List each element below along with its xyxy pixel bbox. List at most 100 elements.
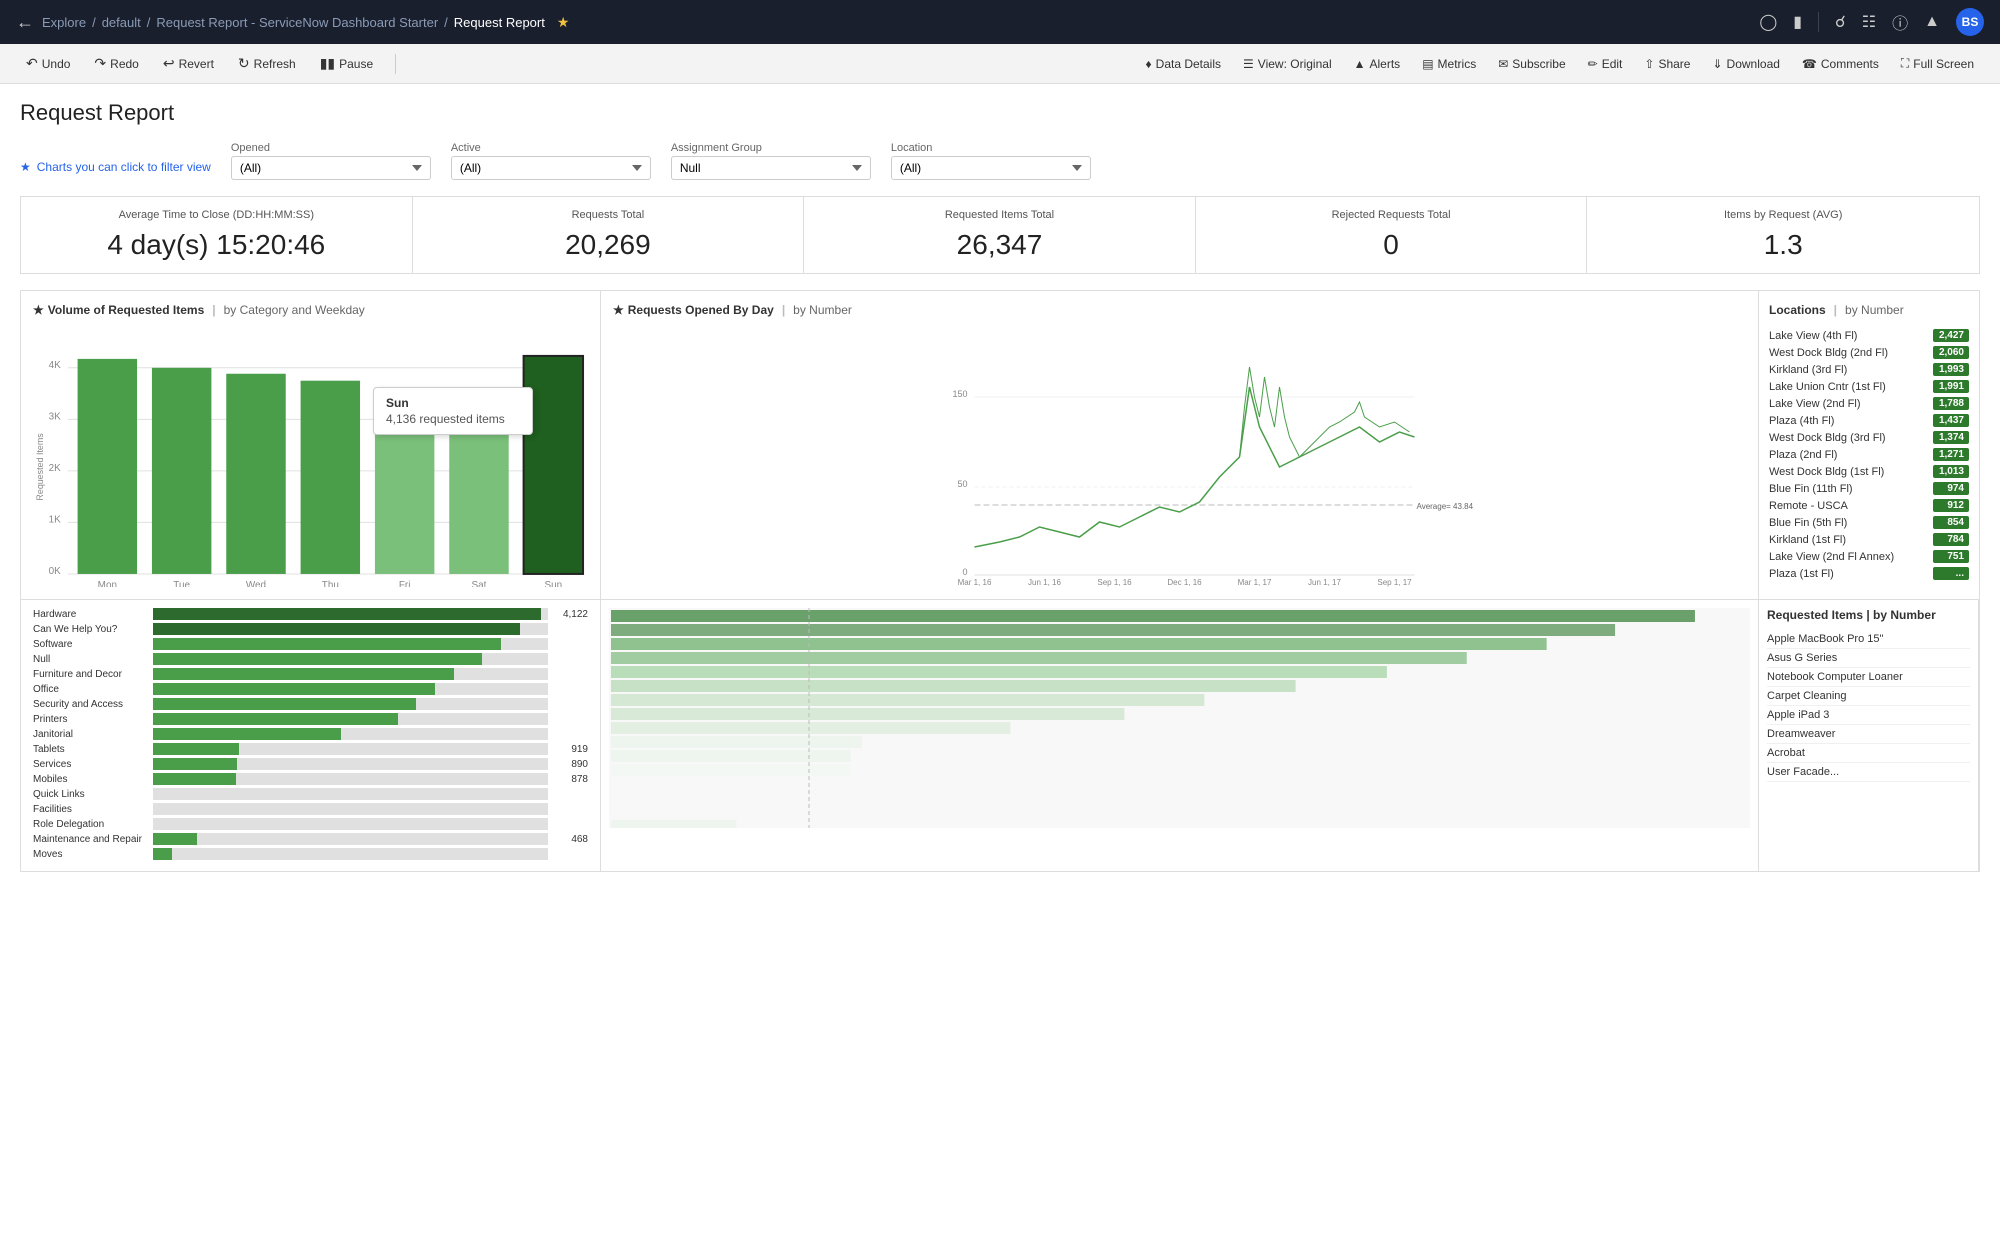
filter-opened-select[interactable]: (All) bbox=[231, 156, 431, 180]
bar-chart-star: ★ bbox=[33, 303, 44, 317]
favorite-star[interactable]: ★ bbox=[557, 14, 570, 31]
undo-button[interactable]: ↶ Undo bbox=[16, 51, 80, 76]
svg-text:4K: 4K bbox=[49, 360, 62, 371]
filter-active-select[interactable]: (All) bbox=[451, 156, 651, 180]
hbar-label: Software bbox=[33, 639, 153, 650]
comments-button[interactable]: ☎ Comments bbox=[1792, 53, 1889, 75]
alerts-label: Alerts bbox=[1370, 57, 1401, 71]
share-button[interactable]: ⇧ Share bbox=[1634, 53, 1700, 75]
refresh-button[interactable]: ↻ Refresh bbox=[228, 51, 306, 76]
req-item-row: Carpet Cleaning bbox=[1767, 687, 1970, 706]
line-chart-area[interactable]: 0 50 150 Average= 43.84 Mar 1, 16 Jun 1,… bbox=[613, 327, 1746, 587]
svg-text:1K: 1K bbox=[49, 514, 62, 525]
pause-label: Pause bbox=[339, 57, 373, 71]
back-button[interactable]: ← bbox=[16, 12, 34, 33]
hbar-row: Tablets 919 bbox=[33, 743, 588, 755]
hbar-track bbox=[153, 638, 548, 650]
location-name: West Dock Bldg (3rd Fl) bbox=[1769, 432, 1925, 444]
hbar-label: Mobiles bbox=[33, 774, 153, 785]
svg-text:Jun 1, 16: Jun 1, 16 bbox=[1028, 578, 1061, 587]
hbar-num: 4,122 bbox=[548, 609, 588, 620]
hbar-row: Quick Links bbox=[33, 788, 588, 800]
charts-main: ★ Volume of Requested Items | by Categor… bbox=[20, 290, 1980, 600]
location-name: West Dock Bldg (1st Fl) bbox=[1769, 466, 1925, 478]
hbar-row: Security and Access bbox=[33, 698, 588, 710]
filter-assignment-select[interactable]: Null bbox=[671, 156, 871, 180]
revert-button[interactable]: ↩ Revert bbox=[153, 51, 224, 76]
subscribe-button[interactable]: ✉ Subscribe bbox=[1488, 53, 1575, 75]
breadcrumb-explore[interactable]: Explore bbox=[42, 15, 86, 30]
location-badge: 784 bbox=[1933, 533, 1969, 546]
hbar-label: Quick Links bbox=[33, 789, 153, 800]
help-icon[interactable]: ⓘ bbox=[1892, 10, 1908, 34]
hbar-fill bbox=[153, 698, 416, 710]
hbar-row: Role Delegation bbox=[33, 818, 588, 830]
breadcrumb-dashboard[interactable]: Request Report - ServiceNow Dashboard St… bbox=[156, 15, 438, 30]
location-badge: 974 bbox=[1933, 482, 1969, 495]
filter-location: Location (All) bbox=[891, 142, 1091, 180]
download-button[interactable]: ⇓ Download bbox=[1702, 53, 1789, 75]
hbar-row: Software bbox=[33, 638, 588, 650]
location-badge: 1,271 bbox=[1933, 448, 1969, 461]
refresh-label: Refresh bbox=[254, 57, 296, 71]
hbar-track bbox=[153, 758, 548, 770]
view-icon: ☰ bbox=[1243, 57, 1254, 71]
bar-chart-area[interactable]: 0K 1K 2K 3K 4K Requested Items bbox=[33, 327, 588, 587]
hbar-fill bbox=[153, 608, 541, 620]
data-details-button[interactable]: ♦ Data Details bbox=[1136, 53, 1232, 75]
toolbar-sep-1 bbox=[395, 54, 396, 74]
bell-icon[interactable]: ▲ bbox=[1924, 13, 1940, 31]
hbar-track bbox=[153, 653, 548, 665]
kpi-requests-total: Requests Total 20,269 bbox=[413, 197, 805, 273]
hbar-num: 919 bbox=[548, 744, 588, 755]
heatmap-svg bbox=[609, 608, 1750, 828]
kpi-requests-total-value: 20,269 bbox=[429, 229, 788, 261]
location-name: Blue Fin (11th Fl) bbox=[1769, 483, 1925, 495]
edit-button[interactable]: ✏ Edit bbox=[1578, 53, 1633, 75]
hbar-row: Janitorial bbox=[33, 728, 588, 740]
breadcrumb-default[interactable]: default bbox=[102, 15, 141, 30]
location-name: Kirkland (3rd Fl) bbox=[1769, 364, 1925, 376]
filters-bar: ★ Charts you can click to filter view Op… bbox=[20, 142, 1980, 180]
mobile-icon[interactable]: ◯ bbox=[1759, 12, 1777, 32]
refresh-icon: ↻ bbox=[238, 55, 250, 72]
list-icon[interactable]: ☷ bbox=[1862, 12, 1876, 32]
fullscreen-icon: ⛶ bbox=[1901, 56, 1909, 71]
avatar[interactable]: BS bbox=[1956, 8, 1984, 36]
kpi-requests-total-label: Requests Total bbox=[429, 209, 788, 221]
location-name: Lake Union Cntr (1st Fl) bbox=[1769, 381, 1925, 393]
pause-button[interactable]: ▮▮ Pause bbox=[310, 51, 383, 76]
location-badge: 1,788 bbox=[1933, 397, 1969, 410]
alerts-button[interactable]: ▲ Alerts bbox=[1344, 53, 1411, 75]
barcode-icon[interactable]: ▮ bbox=[1793, 12, 1802, 32]
svg-text:Fri: Fri bbox=[399, 580, 411, 587]
hbar-label: Office bbox=[33, 684, 153, 695]
location-badge: ... bbox=[1933, 567, 1969, 580]
req-item-row: Dreamweaver bbox=[1767, 725, 1970, 744]
location-name: Lake View (2nd Fl) bbox=[1769, 398, 1925, 410]
metrics-label: Metrics bbox=[1438, 57, 1477, 71]
svg-text:Mon: Mon bbox=[98, 580, 117, 587]
kpi-avg-time-value: 4 day(s) 15:20:46 bbox=[37, 229, 396, 261]
location-badge: 1,437 bbox=[1933, 414, 1969, 427]
metrics-button[interactable]: ▤ Metrics bbox=[1412, 53, 1486, 75]
hbar-row: Services 890 bbox=[33, 758, 588, 770]
kpi-row: Average Time to Close (DD:HH:MM:SS) 4 da… bbox=[20, 196, 1980, 274]
hbar-label: Furniture and Decor bbox=[33, 669, 153, 680]
location-badge: 912 bbox=[1933, 499, 1969, 512]
bottom-section: Hardware 4,122 Can We Help You? Software… bbox=[20, 600, 1980, 872]
bar-chart-title-text: Volume of Requested Items bbox=[48, 303, 204, 317]
redo-button[interactable]: ↷ Redo bbox=[84, 51, 148, 76]
line-chart-subtitle: by Number bbox=[793, 303, 852, 317]
location-badge: 854 bbox=[1933, 516, 1969, 529]
alerts-icon: ▲ bbox=[1354, 57, 1366, 71]
fullscreen-button[interactable]: ⛶ Full Screen bbox=[1891, 52, 1984, 75]
search-icon[interactable]: ☌ bbox=[1835, 12, 1846, 32]
hbar-fill bbox=[153, 728, 341, 740]
locations-title: Locations | by Number bbox=[1769, 303, 1969, 317]
filter-location-select[interactable]: (All) bbox=[891, 156, 1091, 180]
view-button[interactable]: ☰ View: Original bbox=[1233, 53, 1342, 75]
hbar-track bbox=[153, 848, 548, 860]
hbar-row: Furniture and Decor bbox=[33, 668, 588, 680]
filter-hint-text: Charts you can click to filter view bbox=[37, 160, 211, 174]
